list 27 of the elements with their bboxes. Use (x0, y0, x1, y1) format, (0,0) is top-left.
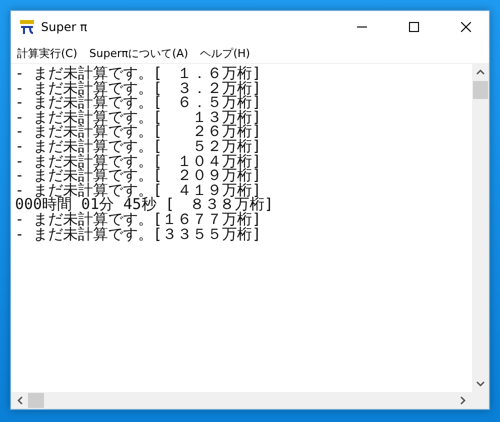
menu-item[interactable]: 計算実行(C) (17, 46, 78, 60)
menu-item[interactable]: Superπについて(A) (89, 46, 188, 60)
output-line: - まだ未計算です。[１６７７万桁] (15, 212, 262, 227)
output-line: - まだ未計算です。[ １．６万桁] (15, 66, 262, 81)
output-line: - まだ未計算です。[ ６．５万桁] (15, 95, 262, 110)
output-line: - まだ未計算です。[３３５５万桁] (15, 226, 262, 242)
vertical-scrollbar[interactable] (472, 64, 489, 392)
scroll-left-icon[interactable] (16, 396, 25, 405)
menu-item[interactable]: ヘルプ(H) (200, 46, 250, 60)
scroll-up-icon[interactable] (476, 68, 485, 77)
output-line: - まだ未計算です。[ ５２万桁] (15, 138, 262, 154)
output-line: - まだ未計算です。[ ２６万桁] (15, 124, 262, 139)
output-line: - まだ未計算です。[ １３万桁] (15, 110, 262, 124)
output-line: 000時間 01分 45秒 [ ８３８万桁] (15, 197, 274, 212)
window-title: Super π (41, 20, 88, 34)
output-line: - まだ未計算です。[ ３．２万桁] (15, 80, 262, 96)
pi-logo-icon (19, 19, 35, 35)
output-line: - まだ未計算です。[ ２０９万桁] (15, 168, 262, 183)
scroll-down-icon[interactable] (476, 379, 485, 388)
close-icon (461, 22, 471, 32)
maximize-icon (409, 22, 419, 32)
output-line: - まだ未計算です。[ １０４万桁] (15, 154, 262, 168)
output-line: - まだ未計算です。[ ４１９万桁] (15, 182, 262, 198)
scroll-right-icon[interactable] (458, 396, 467, 405)
scroll-thumb[interactable] (28, 393, 44, 408)
scroll-thumb[interactable] (473, 81, 488, 99)
horizontal-scrollbar[interactable] (11, 392, 489, 409)
